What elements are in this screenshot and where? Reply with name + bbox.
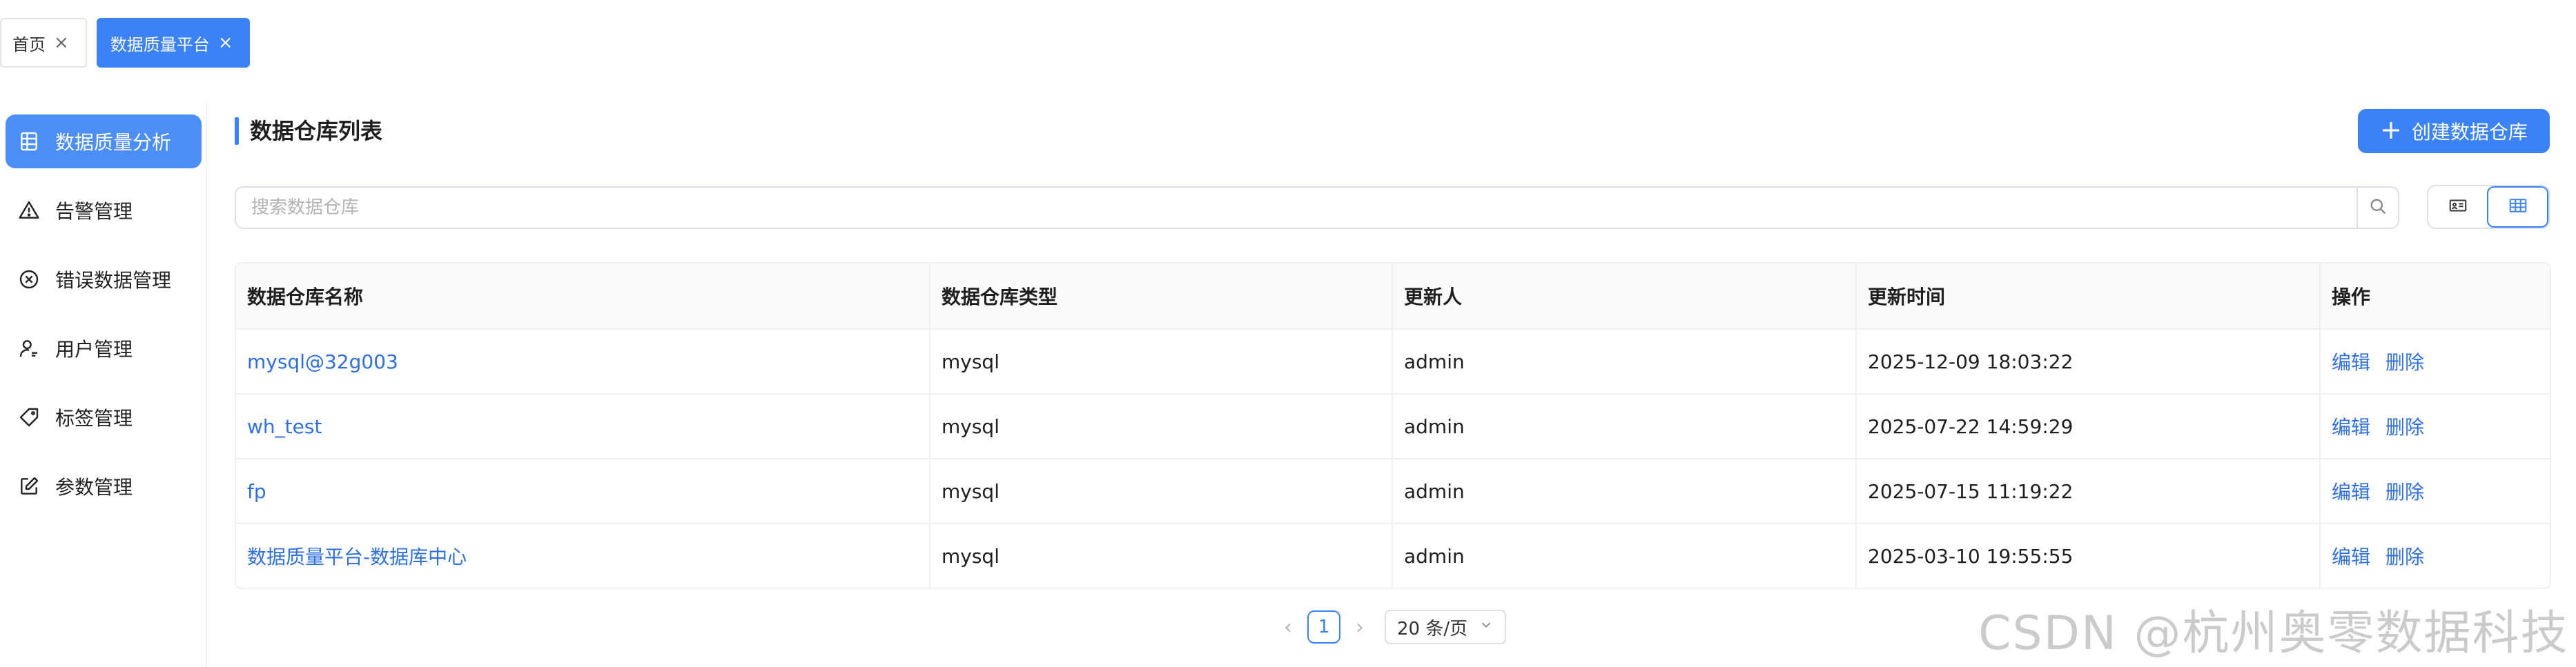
warehouse-updater: admin xyxy=(1393,524,1857,588)
title-accent-bar xyxy=(235,117,239,145)
pagination: ‹ 1 › 20 条/页 xyxy=(1284,610,1507,644)
watermark: CSDN @杭州奥零数据科技 xyxy=(1978,606,2569,661)
sidebar-item-parameter-management[interactable]: 参数管理 xyxy=(6,459,202,513)
next-page-icon[interactable]: › xyxy=(1356,615,1364,639)
delete-link[interactable]: 删除 xyxy=(2385,348,2424,375)
prev-page-icon[interactable]: ‹ xyxy=(1284,615,1292,639)
edit-link[interactable]: 编辑 xyxy=(2332,412,2370,440)
warehouse-updater: admin xyxy=(1393,395,1857,458)
sidebar-item-label: 参数管理 xyxy=(55,476,133,499)
table-icon xyxy=(18,130,40,152)
close-icon[interactable]: × xyxy=(54,34,69,52)
close-circle-icon xyxy=(18,268,40,290)
sidebar-item-label: 错误数据管理 xyxy=(55,269,172,292)
tab-data-quality-platform-label: 数据质量平台 xyxy=(110,34,210,54)
warehouse-name-link[interactable]: fp xyxy=(247,480,266,503)
app-root: 首页 × 数据质量平台 × 数据质量分析 告警管理 错误数据管理 用户管理 标签… xyxy=(0,0,2576,667)
data-warehouse-table: 数据仓库名称 数据仓库类型 更新人 更新时间 操作 mysql@32g003 m… xyxy=(235,262,2551,589)
warehouse-update-time: 2025-12-09 18:03:22 xyxy=(1857,330,2321,393)
table-row: mysql@32g003 mysql admin 2025-12-09 18:0… xyxy=(236,328,2550,393)
sidebar-item-user-management[interactable]: 用户管理 xyxy=(6,321,202,375)
chevron-down-icon xyxy=(1479,617,1494,637)
warehouse-updater: admin xyxy=(1393,330,1857,393)
sidebar-item-label: 标签管理 xyxy=(55,407,133,430)
sidebar-item-error-data-management[interactable]: 错误数据管理 xyxy=(6,252,202,306)
sidebar-item-data-quality-analysis[interactable]: 数据质量分析 xyxy=(6,115,202,168)
tab-bar: 首页 × 数据质量平台 × xyxy=(0,18,250,68)
column-header-update-time: 更新时间 xyxy=(1857,263,2321,328)
sidebar: 数据质量分析 告警管理 错误数据管理 用户管理 标签管理 参数管理 xyxy=(0,103,207,667)
plus-icon: + xyxy=(2380,115,2402,145)
warehouse-updater: admin xyxy=(1393,459,1857,523)
edit-icon xyxy=(18,475,40,497)
search-button[interactable] xyxy=(2357,188,2398,228)
table-row: 数据质量平台-数据库中心 mysql admin 2025-03-10 19:5… xyxy=(236,523,2550,588)
user-icon xyxy=(18,337,40,359)
warehouse-type: mysql xyxy=(930,330,1393,393)
card-view-icon xyxy=(2448,195,2468,219)
search-input[interactable] xyxy=(236,188,2357,228)
tab-data-quality-platform[interactable]: 数据质量平台 × xyxy=(96,18,250,68)
warehouse-name-link[interactable]: mysql@32g003 xyxy=(247,350,398,373)
column-header-name: 数据仓库名称 xyxy=(236,263,930,328)
search-bar xyxy=(235,186,2399,229)
tab-home[interactable]: 首页 × xyxy=(0,18,87,68)
column-header-updater: 更新人 xyxy=(1393,263,1857,328)
warehouse-update-time: 2025-07-15 11:19:22 xyxy=(1857,459,2321,523)
sidebar-item-alert-management[interactable]: 告警管理 xyxy=(6,183,202,237)
warning-icon xyxy=(18,199,40,221)
column-header-type: 数据仓库类型 xyxy=(930,263,1393,328)
edit-link[interactable]: 编辑 xyxy=(2332,477,2370,505)
tag-icon xyxy=(18,406,40,428)
page-size-label: 20 条/页 xyxy=(1397,618,1468,639)
warehouse-type: mysql xyxy=(930,459,1393,523)
table-view-icon xyxy=(2508,195,2528,219)
table-row: wh_test mysql admin 2025-07-22 14:59:29 … xyxy=(236,393,2550,458)
page-number-button[interactable]: 1 xyxy=(1307,610,1340,644)
warehouse-type: mysql xyxy=(930,395,1393,458)
view-toggle xyxy=(2427,185,2550,229)
sidebar-item-label: 用户管理 xyxy=(55,338,133,361)
edit-link[interactable]: 编辑 xyxy=(2332,348,2370,375)
warehouse-update-time: 2025-03-10 19:55:55 xyxy=(1857,524,2321,588)
warehouse-name-link[interactable]: wh_test xyxy=(247,415,322,438)
search-icon xyxy=(2368,197,2388,219)
page-size-select[interactable]: 20 条/页 xyxy=(1385,610,1507,644)
create-data-warehouse-button[interactable]: + 创建数据仓库 xyxy=(2358,109,2550,153)
table-header-row: 数据仓库名称 数据仓库类型 更新人 更新时间 操作 xyxy=(236,263,2550,328)
warehouse-name-link[interactable]: 数据质量平台-数据库中心 xyxy=(247,542,467,570)
sidebar-item-tag-management[interactable]: 标签管理 xyxy=(6,390,202,444)
sidebar-item-label: 告警管理 xyxy=(55,200,133,223)
close-icon[interactable]: × xyxy=(218,34,233,52)
card-view-button[interactable] xyxy=(2428,186,2487,228)
tab-home-label: 首页 xyxy=(12,34,46,54)
create-data-warehouse-label: 创建数据仓库 xyxy=(2411,121,2528,143)
warehouse-update-time: 2025-07-22 14:59:29 xyxy=(1857,395,2321,458)
table-row: fp mysql admin 2025-07-15 11:19:22 编辑 删除 xyxy=(236,458,2550,523)
page-title: 数据仓库列表 xyxy=(250,118,383,144)
sidebar-item-label: 数据质量分析 xyxy=(55,131,172,154)
delete-link[interactable]: 删除 xyxy=(2385,412,2424,440)
warehouse-type: mysql xyxy=(930,524,1393,588)
edit-link[interactable]: 编辑 xyxy=(2332,542,2370,570)
delete-link[interactable]: 删除 xyxy=(2385,477,2424,505)
table-view-button[interactable] xyxy=(2487,186,2548,228)
delete-link[interactable]: 删除 xyxy=(2385,542,2424,570)
column-header-actions: 操作 xyxy=(2332,286,2371,308)
